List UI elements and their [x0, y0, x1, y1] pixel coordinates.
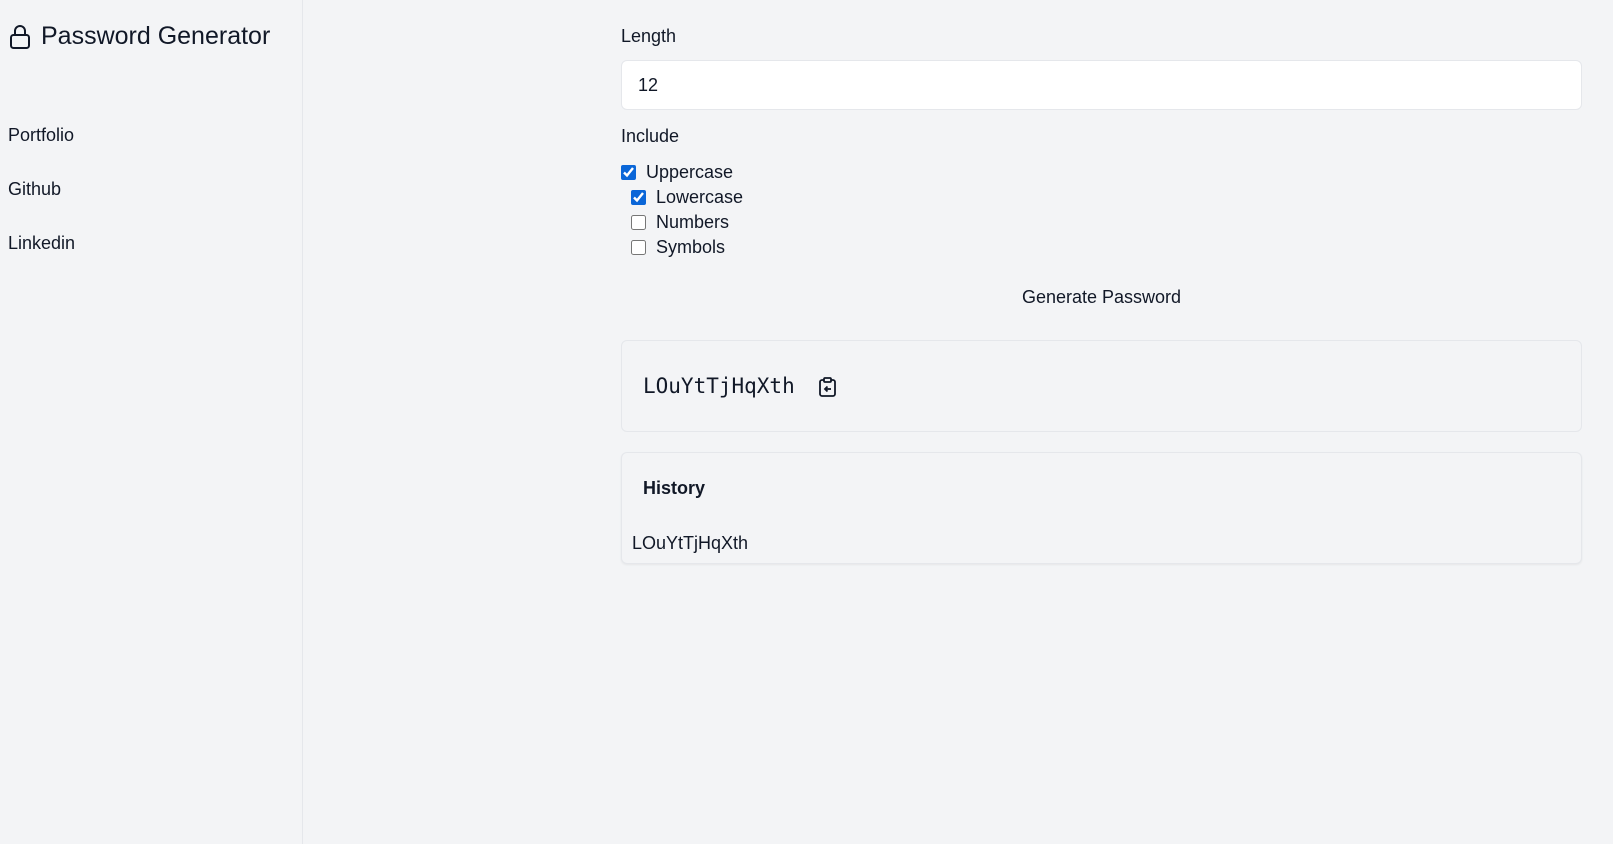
symbols-checkbox[interactable] — [631, 240, 646, 255]
length-label: Length — [621, 26, 677, 46]
nav-item-portfolio[interactable]: Portfolio — [8, 125, 74, 146]
option-label: Symbols — [656, 237, 726, 257]
generate-password-button[interactable]: Generate Password — [621, 282, 1582, 312]
option-lowercase[interactable]: Lowercase — [631, 187, 743, 208]
option-uppercase[interactable]: Uppercase — [621, 162, 733, 183]
brand: Password Generator — [9, 22, 270, 51]
option-symbols[interactable]: Symbols — [631, 237, 725, 258]
length-input[interactable] — [621, 60, 1582, 110]
lowercase-checkbox[interactable] — [631, 190, 646, 205]
history-title: History — [643, 478, 706, 498]
password-result-card: LOuYtTjHqXth — [621, 340, 1582, 432]
history-item[interactable]: LOuYtTjHqXth — [632, 533, 748, 554]
clipboard-copy-icon — [819, 377, 836, 397]
nav-item-linkedin[interactable]: Linkedin — [8, 233, 75, 254]
generated-password: LOuYtTjHqXth — [643, 374, 795, 398]
app-title: Password Generator — [41, 22, 271, 50]
uppercase-checkbox[interactable] — [621, 165, 636, 180]
option-label: Uppercase — [646, 162, 734, 182]
history-card: History LOuYtTjHqXth — [621, 452, 1582, 564]
lock-icon — [10, 24, 30, 49]
numbers-checkbox[interactable] — [631, 215, 646, 230]
sidebar: Password Generator Portfolio Github Link… — [0, 0, 303, 844]
nav-item-github[interactable]: Github — [8, 179, 61, 200]
copy-password-button[interactable] — [817, 376, 839, 398]
option-numbers[interactable]: Numbers — [631, 212, 729, 233]
option-label: Lowercase — [656, 187, 744, 207]
option-label: Numbers — [656, 212, 730, 232]
include-label: Include — [621, 126, 680, 146]
